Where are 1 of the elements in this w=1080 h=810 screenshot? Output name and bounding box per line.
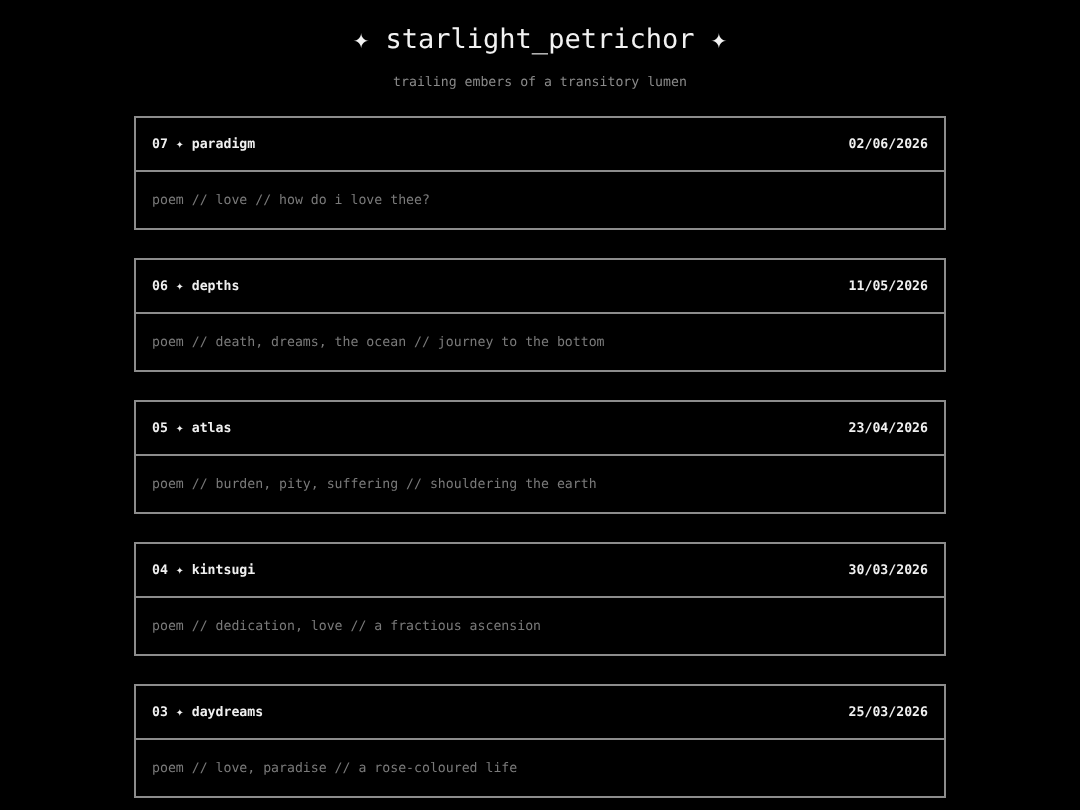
blog-title: ✦ starlight_petrichor ✦ [351,22,729,58]
